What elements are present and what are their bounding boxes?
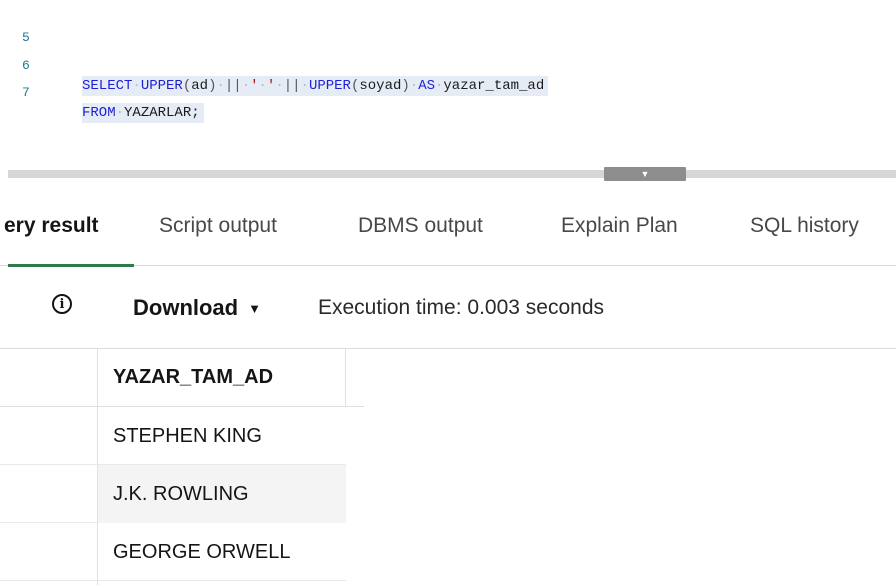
- code-token: YAZARLAR;: [124, 105, 200, 121]
- tab-query-result[interactable]: ery result: [4, 214, 99, 238]
- table-row[interactable]: STEPHEN KING: [0, 407, 346, 465]
- tab-dbms-output[interactable]: DBMS output: [358, 214, 483, 238]
- code-line-5[interactable]: 5: [0, 8, 896, 45]
- sql-editor[interactable]: 5 6 SELECT·UPPER(ad)·||·'·'·||·UPPER(soy…: [0, 0, 896, 160]
- execution-time: Execution time: 0.003 seconds: [318, 296, 605, 319]
- info-glyph: i: [59, 296, 65, 312]
- download-button[interactable]: Download ▼: [133, 295, 261, 321]
- result-toolbar: i Download ▼ Execution time: 0.003 secon…: [0, 267, 896, 349]
- caret-down-icon: ▼: [248, 300, 261, 316]
- chevron-down-icon: ▼: [640, 168, 650, 179]
- code-text[interactable]: FROM·YAZARLAR;: [82, 103, 204, 123]
- result-grid: YAZAR_TAM_AD STEPHEN KING J.K. ROWLING G…: [0, 349, 896, 585]
- tab-script-output[interactable]: Script output: [159, 214, 277, 238]
- table-cell[interactable]: GEORGE ORWELL: [98, 523, 346, 581]
- table-cell[interactable]: J.K. ROWLING: [98, 465, 346, 523]
- table-row[interactable]: J.K. ROWLING: [0, 465, 346, 523]
- code-token: FROM: [82, 105, 116, 121]
- code-token: ·: [115, 105, 125, 121]
- table-cell[interactable]: STEPHEN KING: [98, 407, 346, 465]
- splitter-collapse-handle[interactable]: ▼: [604, 167, 686, 181]
- splitter-bar[interactable]: [8, 170, 896, 178]
- tab-sql-history[interactable]: SQL history: [750, 214, 859, 238]
- code-line-7[interactable]: 7 FROM·YAZARLAR;: [0, 63, 896, 123]
- line-number: 7: [22, 85, 30, 100]
- column-header-yazar-tam-ad[interactable]: YAZAR_TAM_AD: [98, 349, 346, 407]
- info-icon[interactable]: i: [52, 294, 72, 314]
- code-line-6[interactable]: 6 SELECT·UPPER(ad)·||·'·'·||·UPPER(soyad…: [0, 36, 896, 96]
- tab-explain-plan[interactable]: Explain Plan: [561, 214, 678, 238]
- download-label: Download: [133, 295, 239, 320]
- result-tabs: ery result Script output DBMS output Exp…: [0, 192, 896, 266]
- table-row[interactable]: GEORGE ORWELL: [0, 523, 346, 581]
